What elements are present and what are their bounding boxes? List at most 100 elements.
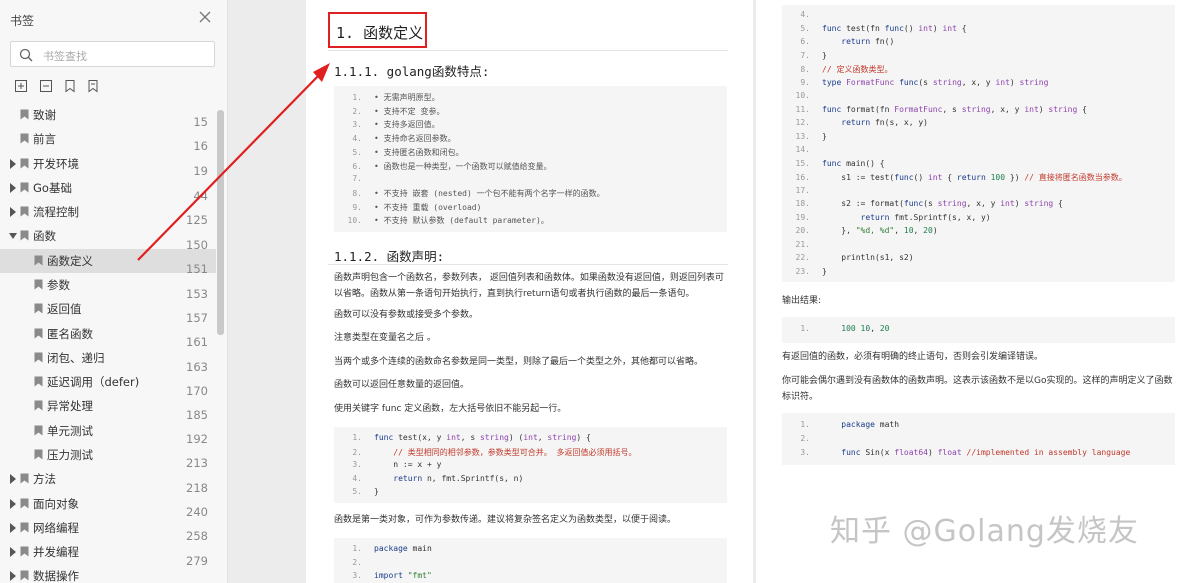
paragraph: 你可能会偶尔遇到没有函数体的函数声明。这表示该函数不是以Go实现的。这样的声明定… [782, 376, 1173, 402]
caret-right-icon[interactable] [9, 523, 17, 533]
code-line: 23.} [795, 266, 827, 276]
section-title: 1. 函数定义 [336, 24, 424, 42]
bookmark-item[interactable]: 前言 16 [0, 127, 216, 153]
code-line: 7. [352, 174, 362, 184]
code-line: 10. • 不支持 默认参数 (default parameter)。 [347, 216, 549, 226]
bookmark-item[interactable]: 面向对象 240 [0, 492, 216, 519]
caret-right-icon[interactable] [9, 571, 17, 581]
bookmark-icon [34, 449, 43, 460]
bookmark-item[interactable]: 致谢 15 [0, 103, 216, 129]
bookmark-icon [34, 400, 43, 411]
code-line: 13.} [795, 131, 827, 141]
pdf-page-left: 1. 函数定义 1.1.1. golang函数特点: 1. • 无需声明原型。 2.… [306, 0, 753, 583]
bookmark-label: Go基础 [33, 181, 72, 195]
code-line: 6. • 函数也是一种类型，一个函数可以赋值给变量。 [352, 161, 552, 171]
code-line: 7.} [800, 50, 827, 60]
code-line: 1. 100 10, 20 [800, 324, 890, 333]
bookmark-search-input[interactable]: 书签查找 [10, 41, 215, 67]
expand-all-icon[interactable] [14, 79, 28, 93]
bookmark-label: 数据操作 [33, 569, 79, 583]
bookmark-icon[interactable] [86, 79, 100, 93]
bookmark-label: 异常处理 [47, 399, 93, 413]
code-block-declaration: 1. func test(x, y int, s string) (int, st… [334, 427, 727, 503]
code-line: 11. func format(fn FormatFunc, s string, … [795, 104, 1087, 114]
caret-right-icon[interactable] [9, 547, 17, 557]
caret-right-icon[interactable] [9, 183, 17, 193]
bookmark-item[interactable]: 网络编程 258 [0, 516, 216, 543]
annotation-highlight-box: 1. 函数定义 [328, 12, 427, 48]
bookmark-label: 延迟调用（defer) [47, 375, 140, 389]
add-bookmark-icon[interactable] [63, 79, 77, 93]
bookmark-item[interactable]: 函数定义 151 [0, 249, 216, 276]
sidebar-title: 书签 [10, 14, 35, 28]
caret-right-icon[interactable] [9, 207, 17, 217]
sidebar-scrollbar[interactable] [217, 110, 224, 335]
caret-down-icon[interactable] [9, 231, 17, 241]
caret-right-icon[interactable] [9, 474, 17, 484]
bookmark-item[interactable]: 参数 153 [0, 273, 216, 301]
bookmark-item[interactable]: 函数 150 [0, 224, 216, 252]
code-line: 2. [352, 557, 362, 567]
search-icon [19, 48, 33, 62]
code-line: 15. func main() { [795, 158, 885, 168]
paragraph: 函数声明包含一个函数名，参数列表， 返回值列表和函数体。如果函数没有返回值，则返… [334, 273, 724, 299]
bookmark-item[interactable]: 开发环境 19 [0, 152, 216, 178]
divider [328, 50, 728, 51]
code-line: 5. • 支持匿名函数和闭包。 [352, 147, 464, 157]
bookmark-item[interactable]: 异常处理 185 [0, 394, 216, 422]
bookmark-label: 面向对象 [33, 497, 79, 511]
code-line: 19. return fmt.Sprintf(s, x, y) [795, 212, 991, 222]
caret-right-icon[interactable] [9, 499, 17, 509]
close-icon[interactable] [198, 10, 212, 24]
search-placeholder: 书签查找 [43, 50, 87, 63]
bookmark-label: 闭包、递归 [47, 351, 105, 365]
code-line: 1. package main [352, 544, 432, 553]
code-line: 18. s2 := format(func(s string, x, y int… [795, 199, 1063, 208]
code-line: 20. }, "%d, %d", 10, 20) [795, 226, 938, 235]
bookmark-item[interactable]: 闭包、递归 163 [0, 346, 216, 374]
code-line: 9. type FormatFunc func(s string, x, y in… [800, 77, 1049, 87]
bookmark-item[interactable]: 压力测试 213 [0, 443, 216, 470]
bookmark-icon [34, 425, 43, 436]
bookmark-item[interactable]: 单元测试 192 [0, 419, 216, 446]
collapse-all-icon[interactable] [39, 79, 53, 93]
caret-right-icon[interactable] [9, 159, 17, 169]
paragraph: 注意类型在变量名之后 。 [334, 333, 436, 343]
code-line: 17. [795, 185, 810, 195]
paragraph: 函数是第一类对象，可作为参数传递。建议将复杂签名定义为函数类型，以便于阅读。 [334, 515, 677, 525]
bookmark-item[interactable]: Go基础 44 [0, 176, 216, 203]
paragraph: 使用关键字 func 定义函数，左大括号依旧不能另起一行。 [334, 404, 567, 414]
bookmark-item[interactable]: 方法 218 [0, 467, 216, 495]
code-block-features: 1. • 无需声明原型。 2. • 支持不定 变参。 3. • 支持多返回值。 4. • 支持… [334, 86, 727, 232]
bookmark-item[interactable]: 返回值 157 [0, 297, 216, 325]
bookmark-label: 参数 [47, 278, 70, 292]
bookmark-icon [34, 352, 43, 363]
code-line: 14. [795, 145, 810, 154]
code-line: 10. [795, 91, 810, 100]
code-line: 1. func test(x, y int, s string) (int, st… [352, 433, 591, 442]
bookmark-item[interactable]: 数据操作 [0, 564, 216, 583]
bookmark-item[interactable]: 并发编程 279 [0, 540, 216, 568]
bookmark-icon [20, 473, 29, 484]
bookmark-item[interactable]: 流程控制 125 [0, 200, 216, 227]
bookmark-label: 并发编程 [33, 545, 79, 559]
pdf-page-right: 4. 5. func test(fn func() int) int {6. ret… [756, 0, 1200, 583]
paragraph: 函数可以返回任意数量的返回值。 [334, 380, 470, 390]
bookmark-label: 单元测试 [47, 424, 93, 438]
code-line: 1. • 无需声明原型。 [352, 93, 440, 102]
code-line: 2. // 类型相同的相邻参数，参数类型可合并。 多返回值必须用括号。 [352, 447, 637, 457]
code-line: 4. return n, fmt.Sprintf(s, n) [352, 473, 524, 483]
code-line: 12. return fn(s, x, y) [795, 118, 928, 127]
bookmark-icon [20, 158, 29, 169]
bookmark-icon [20, 182, 29, 193]
bookmark-item[interactable]: 延迟调用（defer) 170 [0, 370, 216, 398]
output-label: 输出结果: [782, 296, 822, 306]
bookmark-icon [20, 230, 29, 241]
code-line: 9. • 不支持 重载 (overload) [352, 202, 482, 212]
bookmark-icon [20, 498, 29, 509]
bookmark-item[interactable]: 匿名函数 161 [0, 322, 216, 349]
code-line: 5.} [352, 487, 379, 496]
code-line: 1. package math [800, 420, 900, 429]
bookmark-icon [20, 109, 29, 120]
bookmark-label: 函数定义 [47, 254, 93, 268]
